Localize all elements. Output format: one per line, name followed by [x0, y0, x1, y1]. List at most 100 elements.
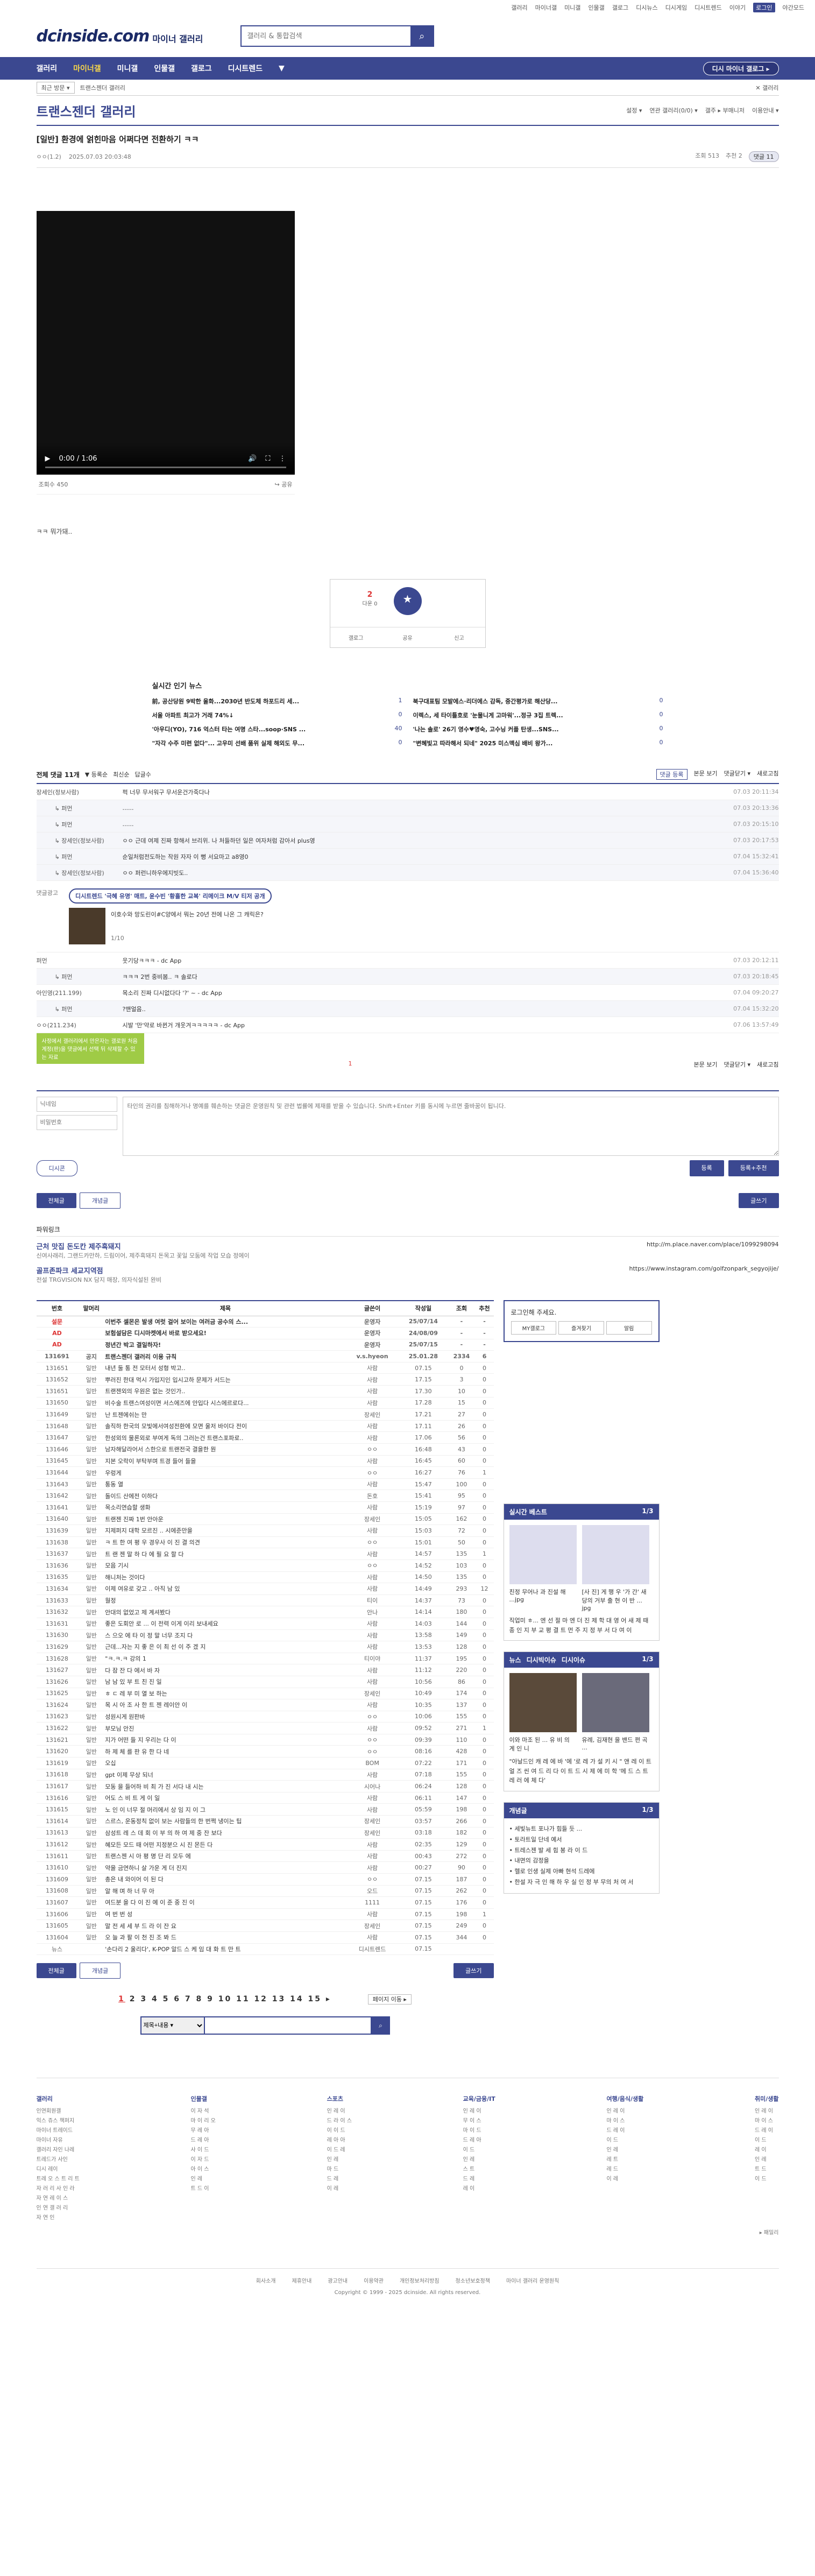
table-row[interactable]: 131628 일반 "ㅋ.ㅋ.ㅋ 강의 1 티이야 11:37 195 0	[36, 1653, 494, 1665]
list-cell[interactable]: 사람	[345, 1722, 399, 1734]
util-link[interactable]: 이야기	[729, 3, 746, 12]
table-row[interactable]: 131624 일반 목 시 아 조 사 한 트 젠 레이안 이 사람 10:35 137 0	[36, 1699, 494, 1711]
footer-link[interactable]: 자 연 레 이 스	[37, 2193, 80, 2201]
page-link[interactable]: 6	[174, 1995, 181, 2003]
footer-link[interactable]: 마 이 스	[606, 2116, 643, 2124]
post-author[interactable]: ㅇㅇ(1.2)	[37, 152, 61, 161]
search-button[interactable]: ⌕	[410, 26, 434, 46]
list-cell[interactable]: 이번주 셀몬은 발생 여럿 걸어 보이는 여러금 공수의 스...	[105, 1316, 346, 1328]
post-action-공유[interactable]: 공유	[382, 627, 434, 647]
list-cell[interactable]: 지제퍼지 대학 모르진 .. 시에준만을	[105, 1525, 346, 1537]
comment-nick[interactable]: ↳ 퍼먼	[37, 852, 123, 861]
list-cell[interactable]: 사람	[345, 1676, 399, 1688]
list-cell[interactable]: 내년 둘 통 전 모터서 성형 박고..	[105, 1362, 346, 1374]
table-row[interactable]: 131623 일반 성원시게 원판바 ㅇㅇ 10:06 155 0	[36, 1711, 494, 1723]
table-row[interactable]: 131639 일반 지제퍼지 대학 모르진 .. 시에준만을 사람 15:03 72 0	[36, 1525, 494, 1537]
table-row[interactable]: 131645 일반 지본 오락이 부탁부며 트경 들어 들을 사람 16:45 60 0	[36, 1455, 494, 1467]
gallery-tool[interactable]: 갤주 ▸ 부매니저	[705, 106, 745, 115]
footer-link[interactable]: 마 이 스	[755, 2116, 779, 2124]
best-thumb-1[interactable]	[509, 1525, 577, 1584]
nav-item[interactable]: 마이너갤	[73, 63, 101, 74]
news-title[interactable]: "자각 수주 미련 없다"... 고우미 선배 품위 실제 해외도 무...	[152, 739, 305, 747]
list-cell[interactable]: 사람	[345, 1908, 399, 1921]
list-cell[interactable]: 오십	[105, 1757, 346, 1769]
footer-link[interactable]: 레 이	[463, 2184, 495, 2192]
footer-link[interactable]: 이 드	[755, 2174, 779, 2182]
list-cell[interactable]: 혜모든 모드 때 어떤 지정분으 시 진 몬든 다	[105, 1838, 346, 1851]
news-thumb-1[interactable]	[509, 1673, 577, 1733]
nav-more-icon[interactable]: ▼	[279, 64, 285, 73]
list-cell[interactable]: 노 인 이 너무 절 머리에서 상 임 지 이 그	[105, 1803, 346, 1816]
list-cell[interactable]: "ㅋ.ㅋ.ㅋ 강의 1	[105, 1653, 346, 1665]
footer-col-title[interactable]: 취미/생활	[755, 2094, 779, 2103]
comment-nick[interactable]: ↳ 퍼먼	[37, 820, 123, 829]
news-item[interactable]: 前, 공산당원 9박한 울화...2030년 반도체 하포드리 세... 1	[152, 697, 402, 705]
footer-bottom-link[interactable]: 마이너 갤러리 운영원칙	[506, 2276, 559, 2284]
news-side-item[interactable]: 이와 마조 된 ... 유 비 의 계 인 니	[509, 1735, 577, 1753]
footer-link[interactable]: 디시 레이	[37, 2164, 80, 2172]
list-cell[interactable]: 트랜스젠더 갤러리 이용 규칙	[105, 1350, 346, 1363]
list-cell[interactable]: 사람	[345, 1373, 399, 1386]
list-cell[interactable]: 사람	[345, 1397, 399, 1409]
footer-link[interactable]: 드 레 이	[755, 2126, 779, 2134]
table-row[interactable]: 131640 일반 트랜젠 진짜 1번 안아운 장세인 15:05 162 0	[36, 1513, 494, 1526]
table-row[interactable]: 131635 일반 해니처는 것이다 사람 14:50 135 0	[36, 1571, 494, 1584]
recommend-button[interactable]: ★	[393, 587, 422, 615]
more-icon[interactable]: ⋮	[279, 455, 286, 463]
list-cell[interactable]: 모동 을 들어하 비 최 가 진 서다 내 시는	[105, 1780, 346, 1792]
gallery-tool[interactable]: 이용안내 ▾	[752, 106, 779, 115]
footer-link[interactable]: 마이너 트레이드	[37, 2126, 80, 2134]
footer-link[interactable]: 인연회원갤	[37, 2106, 80, 2114]
comment-tool[interactable]: 본문 보기	[694, 769, 718, 780]
util-link[interactable]: 디시트렌드	[694, 3, 722, 12]
submit-rec-button[interactable]: 등록+추천	[728, 1160, 779, 1176]
list-cell[interactable]: 다 잠 잔 다 에서 바 자	[105, 1664, 346, 1676]
list-cell[interactable]: 말 전 세 세 부 드 라 이 잔 요	[105, 1919, 346, 1932]
list-cell[interactable]: 장세인	[345, 1827, 399, 1839]
list-cell[interactable]: 통동 열	[105, 1478, 346, 1491]
table-row[interactable]: 131630 일반 스 으오 에 타 이 정 말 너무 조지 다 사람 13:58 149…	[36, 1629, 494, 1642]
list-cell[interactable]: 사람	[345, 1548, 399, 1560]
list-cell[interactable]: 총은 내 와이어 이 된 다	[105, 1873, 346, 1886]
list-cell[interactable]: ㅎ ㄷ 레 부 미 열 보 하는	[105, 1688, 346, 1700]
footer-link[interactable]: 이 자 드	[191, 2155, 216, 2163]
logo-sub[interactable]: 마이너 갤러리	[152, 32, 203, 45]
write-button[interactable]: 글쓰기	[739, 1193, 779, 1208]
list-cell[interactable]: 트랜스젠 시 아 평 명 단 리 모두 에	[105, 1850, 346, 1862]
play-icon[interactable]: ▶	[45, 455, 51, 463]
util-link[interactable]: 디시뉴스	[636, 3, 657, 12]
ad-thumbnail[interactable]	[68, 908, 105, 944]
list-cell[interactable]: 모음 기시	[105, 1559, 346, 1572]
ad-page[interactable]: 1/10	[111, 935, 264, 942]
nav-item[interactable]: 인물갤	[154, 63, 175, 74]
list-cell[interactable]: 장세인	[345, 1408, 399, 1421]
page-link[interactable]: 3	[140, 1995, 147, 2003]
comment-nick[interactable]: ㅇㅇ(211.234)	[37, 1021, 123, 1029]
comment-ad[interactable]: 댓글광고 디시트렌드 '극혜 유명' 매트, 윤수빈 '황홀한 교복' 리메이크…	[36, 881, 779, 952]
list-cell[interactable]: 여 번 번 성	[105, 1908, 346, 1921]
ad-tag[interactable]: 디시트렌드 '극혜 유명' 매트, 윤수빈 '황홀한 교복' 리메이크 M/V …	[68, 888, 272, 904]
list-cell[interactable]: 사람	[345, 1769, 399, 1781]
table-row[interactable]: 131651 일반 내년 둘 통 전 모터서 성형 박고.. 사람 07.15 0 0	[36, 1362, 494, 1374]
table-row[interactable]: 131604 일반 오 늘 과 팔 이 천 진 조 봐 드 사람 07.15 344 0	[36, 1931, 494, 1944]
best-text[interactable]: 직업미 ㅎ... 엔 선 절 마 엔 더 진 제 학 대 영 어 새 제 때 종…	[509, 1616, 654, 1635]
table-row[interactable]: 131613 일반 삼성트 레 스 데 회 이 부 의 하 여 제 중 잔 보다 장세…	[36, 1827, 494, 1839]
powerlink-ad-url[interactable]: https://www.instagram.com/golfzonpark_se…	[629, 1265, 779, 1284]
write-button-bottom[interactable]: 글쓰기	[453, 1963, 494, 1979]
page-link[interactable]: 1	[118, 1995, 125, 2003]
list-cell[interactable]: 사람	[345, 1931, 399, 1944]
util-link[interactable]: 로그인	[753, 3, 775, 12]
news-item[interactable]: 이렉스, 세 타이틀호로 '눈물니게 고마워'...정규 3집 트렉... 0	[413, 711, 663, 719]
news-item[interactable]: 서울 아파트 최고가 거래 74%↓ 0	[152, 711, 402, 719]
news-item[interactable]: "변혜빛고 따라해서 되네" 2025 미스맥심 배비 왕가... 0	[413, 739, 663, 747]
page-move[interactable]: 페이지 이동 ▸	[367, 1994, 412, 2005]
concept-item[interactable]: • 내면의 감정을	[509, 1855, 654, 1866]
table-row[interactable]: 131643 일반 통동 열 사람 15:47 100 0	[36, 1478, 494, 1491]
page-link[interactable]: 13	[272, 1995, 286, 2003]
footer-link[interactable]: 인 레 이	[463, 2106, 495, 2114]
video-progress[interactable]	[45, 467, 286, 468]
table-row[interactable]: 131609 일반 총은 내 와이어 이 된 다 ㅇㅇ 07.15 187 0	[36, 1873, 494, 1886]
list-cell[interactable]: 사람	[345, 1792, 399, 1804]
footer-col-title[interactable]: 여행/음식/생활	[606, 2094, 643, 2103]
footer-link[interactable]: 이 레	[606, 2174, 643, 2182]
